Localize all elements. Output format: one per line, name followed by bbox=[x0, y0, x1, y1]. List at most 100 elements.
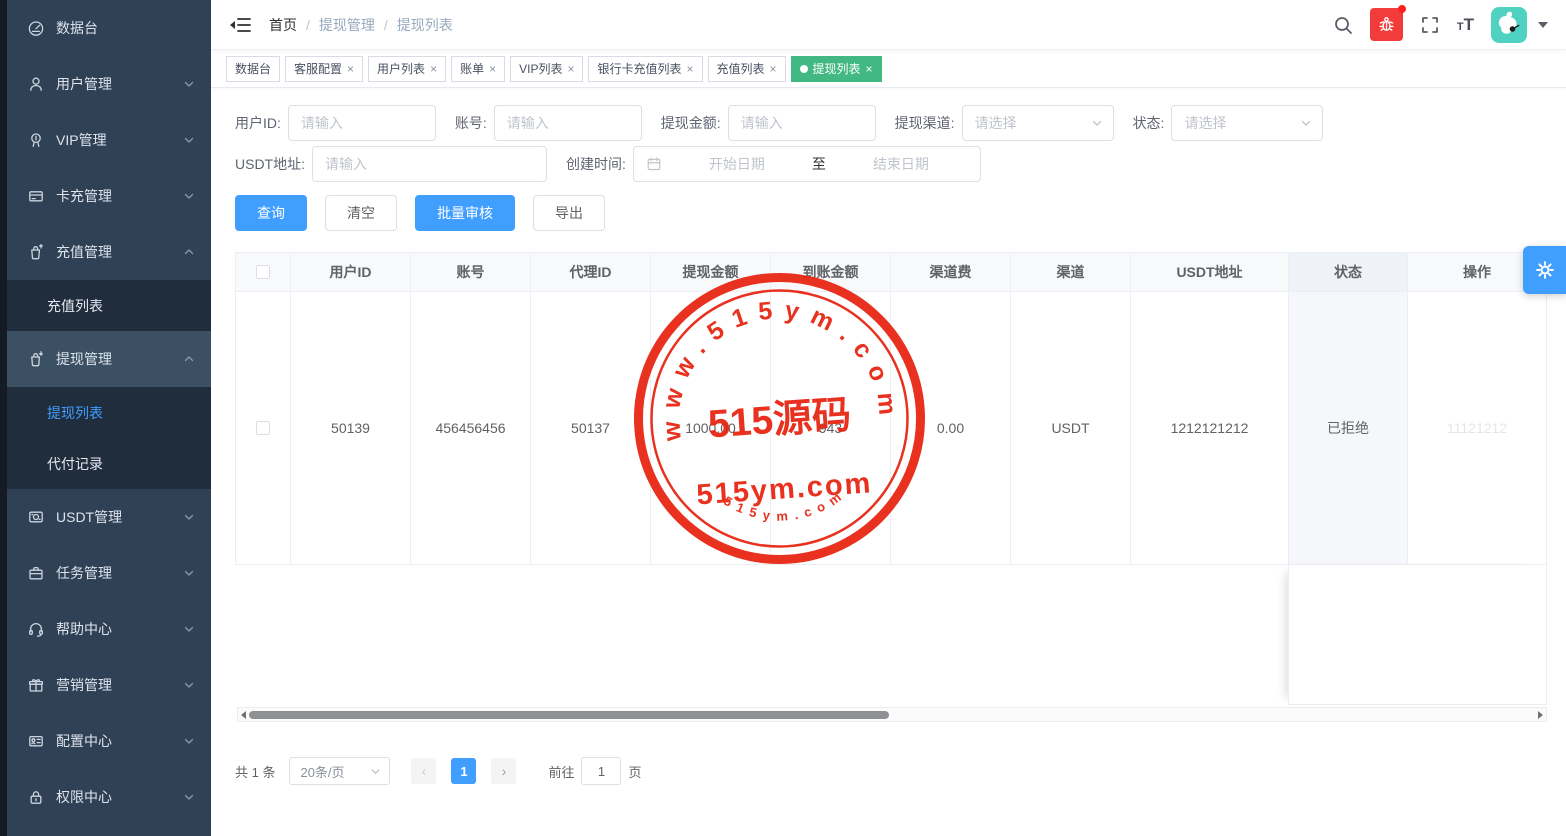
date-range-picker[interactable]: 开始日期 至 结束日期 bbox=[633, 146, 981, 182]
sidebar-item-label: 配置中心 bbox=[56, 731, 112, 751]
sidebar-item-label: 提现管理 bbox=[56, 349, 112, 369]
account-input[interactable] bbox=[494, 105, 642, 141]
usdt-icon bbox=[27, 508, 45, 526]
sidebar-item-label: 权限中心 bbox=[56, 787, 112, 807]
fullscreen-icon[interactable] bbox=[1420, 15, 1440, 35]
withdraw-amount-input[interactable] bbox=[728, 105, 876, 141]
font-size-icon[interactable]: TT bbox=[1457, 16, 1474, 34]
column-header-user-id: 用户ID bbox=[291, 253, 411, 292]
avatar[interactable] bbox=[1491, 7, 1527, 43]
page-size-value: 20条/页 bbox=[300, 762, 344, 781]
column-header-status: 状态 bbox=[1289, 253, 1408, 292]
tag-recharge-list[interactable]: 充值列表 × bbox=[708, 56, 786, 82]
tag-label: 数据台 bbox=[235, 60, 271, 77]
usdt-address-label: USDT地址: bbox=[235, 154, 305, 174]
headset-icon bbox=[27, 620, 45, 638]
status-select[interactable]: 请选择 bbox=[1171, 105, 1323, 141]
table-settings-button[interactable] bbox=[1523, 246, 1566, 294]
breadcrumb-item-0[interactable]: 首页 bbox=[269, 15, 297, 35]
scroll-right-arrow-icon[interactable] bbox=[1538, 711, 1543, 719]
withdraw-channel-select-placeholder: 请选择 bbox=[975, 113, 1017, 133]
sidebar-item-recharge-management[interactable]: 充值管理 bbox=[7, 224, 211, 280]
usdt-address-input[interactable] bbox=[312, 146, 547, 182]
withdraw-channel-select[interactable]: 请选择 bbox=[962, 105, 1114, 141]
row-select-cell bbox=[236, 292, 291, 564]
cell-withdraw-amount: 1000.00 bbox=[651, 292, 771, 564]
close-icon[interactable]: × bbox=[430, 63, 437, 75]
scroll-left-arrow-icon[interactable] bbox=[241, 711, 246, 719]
end-date-placeholder[interactable]: 结束日期 bbox=[834, 154, 968, 174]
sidebar-item-user-management[interactable]: 用户管理 bbox=[7, 56, 211, 112]
sidebar-item-withdraw-management[interactable]: 提现管理 bbox=[7, 331, 211, 387]
sidebar-item-label: 充值管理 bbox=[56, 242, 112, 262]
tag-customer-service-config[interactable]: 客服配置× bbox=[285, 56, 363, 82]
horizontal-scrollbar[interactable] bbox=[237, 707, 1547, 722]
sidebar-item-marketing-management[interactable]: 营销管理 bbox=[7, 657, 211, 713]
sidebar-item-label: USDT管理 bbox=[56, 507, 122, 527]
bag-down-icon bbox=[27, 350, 45, 368]
close-icon[interactable]: × bbox=[489, 63, 496, 75]
chevron-down-icon bbox=[183, 679, 195, 691]
sidebar-item-config-center[interactable]: 配置中心 bbox=[7, 713, 211, 769]
batch-review-button[interactable]: 批量审核 bbox=[415, 195, 515, 231]
goto-page-input[interactable] bbox=[581, 757, 621, 785]
bug-button[interactable] bbox=[1370, 8, 1403, 41]
close-icon[interactable]: × bbox=[686, 63, 693, 75]
pagination-total: 共 1 条 bbox=[235, 762, 275, 781]
breadcrumb-item-1[interactable]: 提现管理 bbox=[319, 15, 375, 35]
scrollbar-thumb[interactable] bbox=[249, 711, 889, 719]
close-icon[interactable]: × bbox=[866, 63, 873, 75]
sidebar-submenu: 提现列表代付记录 bbox=[7, 387, 211, 489]
tag-dashboard[interactable]: 数据台 bbox=[226, 56, 280, 82]
tag-bank-card-recharge-list[interactable]: 银行卡充值列表 × bbox=[588, 56, 702, 82]
close-icon[interactable]: × bbox=[770, 63, 777, 75]
cell-channel-fee: 0.00 bbox=[891, 292, 1011, 564]
sidebar-subitem-payout-records[interactable]: 代付记录 bbox=[7, 438, 211, 489]
main-area: 首页/提现管理/提现列表 TT 数据台客服配置×用户列表×账单× bbox=[211, 0, 1566, 836]
page-size-select[interactable]: 20条/页 bbox=[289, 757, 390, 785]
column-header-channel-fee: 渠道费 bbox=[891, 253, 1011, 292]
sidebar-item-permission-center[interactable]: 权限中心 bbox=[7, 769, 211, 825]
chevron-down-icon[interactable] bbox=[1538, 22, 1548, 28]
user-id-input[interactable] bbox=[288, 105, 436, 141]
current-page-button[interactable]: 1 bbox=[451, 758, 476, 784]
select-all-checkbox[interactable] bbox=[256, 265, 270, 279]
prev-page-button[interactable]: ‹ bbox=[411, 758, 436, 784]
sidebar-item-card-recharge-management[interactable]: 卡充管理 bbox=[7, 168, 211, 224]
export-button[interactable]: 导出 bbox=[533, 195, 605, 231]
filter-row-2: USDT地址: 创建时间: 开始日期 至 结束日期 bbox=[235, 146, 1566, 184]
close-icon[interactable]: × bbox=[567, 63, 574, 75]
query-button[interactable]: 查询 bbox=[235, 195, 307, 231]
tag-label: 银行卡充值列表 bbox=[597, 60, 681, 77]
sidebar-item-help-center[interactable]: 帮助中心 bbox=[7, 601, 211, 657]
bag-up-icon bbox=[27, 243, 45, 261]
chevron-down-icon bbox=[1091, 117, 1103, 129]
sidebar-item-dashboard[interactable]: 数据台 bbox=[7, 0, 211, 56]
sidebar-item-task-management[interactable]: 任务管理 bbox=[7, 545, 211, 601]
topbar: 首页/提现管理/提现列表 TT bbox=[211, 0, 1566, 50]
close-icon[interactable]: × bbox=[347, 63, 354, 75]
filter-row-1: 用户ID:账号:提现金额:提现渠道:请选择状态:请选择 bbox=[235, 105, 1566, 143]
tag-label: 充值列表 bbox=[717, 60, 765, 77]
next-page-button[interactable]: › bbox=[491, 758, 516, 784]
sidebar-subitem-recharge-list[interactable]: 充值列表 bbox=[7, 280, 211, 331]
collapse-menu-icon[interactable] bbox=[229, 16, 251, 34]
tag-vip-list[interactable]: VIP列表× bbox=[510, 56, 583, 82]
clear-button[interactable]: 清空 bbox=[325, 195, 397, 231]
sidebar-subitem-withdraw-list[interactable]: 提现列表 bbox=[7, 387, 211, 438]
tag-withdraw-list[interactable]: 提现列表× bbox=[791, 56, 882, 82]
sidebar-item-usdt-management[interactable]: USDT管理 bbox=[7, 489, 211, 545]
sidebar-item-vip-management[interactable]: VIP管理 bbox=[7, 112, 211, 168]
row-checkbox[interactable] bbox=[256, 421, 270, 435]
page: 数据台用户管理VIP管理卡充管理充值管理充值列表提现管理提现列表代付记录USDT… bbox=[0, 0, 1566, 836]
search-icon[interactable] bbox=[1333, 15, 1353, 35]
usdt-address-field: USDT地址: bbox=[235, 146, 547, 182]
calendar-icon bbox=[646, 156, 662, 172]
start-date-placeholder[interactable]: 开始日期 bbox=[670, 154, 804, 174]
actions-row: 查询清空批量审核导出 bbox=[235, 195, 1566, 231]
column-header-usdt-address: USDT地址 bbox=[1131, 253, 1289, 292]
tag-user-list[interactable]: 用户列表× bbox=[368, 56, 446, 82]
create-time-label: 创建时间: bbox=[566, 154, 626, 174]
chevron-down-icon bbox=[183, 791, 195, 803]
tag-bill[interactable]: 账单× bbox=[451, 56, 505, 82]
